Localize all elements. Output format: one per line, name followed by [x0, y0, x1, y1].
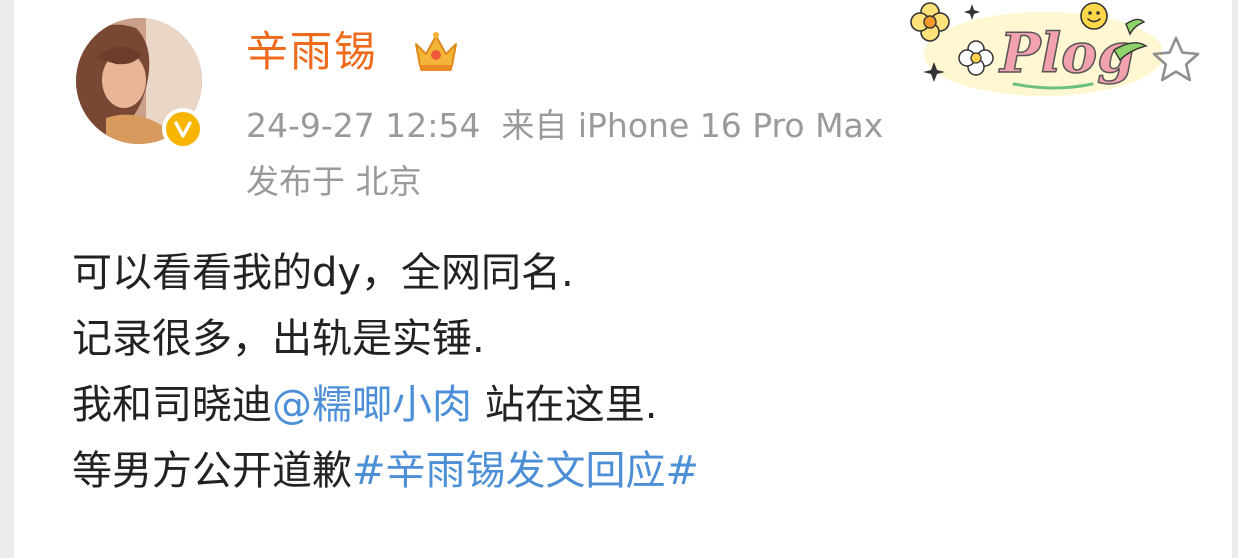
crown-icon[interactable]: [412, 30, 460, 74]
post-location: 发布于 北京: [246, 162, 422, 201]
post-line-4: 等男方公开道歉#辛雨锡发文回应#: [72, 438, 1212, 504]
star-outline-icon[interactable]: [1150, 34, 1202, 86]
hashtag-link[interactable]: #辛雨锡发文回应#: [352, 448, 699, 494]
post-line-4-text: 等男方公开道歉: [72, 448, 352, 494]
post-source: 来自 iPhone 16 Pro Max: [501, 106, 884, 145]
post-line-3-suffix: 站在这里.: [472, 382, 658, 428]
post-meta: 24-9-27 12:54 来自 iPhone 16 Pro Max: [246, 104, 883, 148]
plog-sticker-text: Plog: [998, 21, 1135, 85]
post-line-2: 记录很多，出轨是实锤.: [72, 316, 485, 362]
username[interactable]: 辛雨锡: [246, 26, 378, 78]
post-line-3: 我和司晓迪@糯唧小肉 站在这里.: [72, 372, 1212, 438]
plog-sticker-decoration: Plog: [910, 2, 1162, 96]
post-line-1: 可以看看我的dy，全网同名.: [72, 250, 574, 296]
post-content: 可以看看我的dy，全网同名. 记录很多，出轨是实锤. 我和司晓迪@糯唧小肉 站在…: [72, 240, 1212, 504]
post-line-3-text: 我和司晓迪: [72, 382, 272, 428]
verified-badge-icon: [162, 108, 204, 150]
weibo-post-card: 辛雨锡 24-9-27 12:54 来自 iPhone 16 Pro Max 发…: [14, 0, 1232, 558]
timestamp: 24-9-27 12:54: [246, 106, 481, 145]
user-mention-link[interactable]: @糯唧小肉: [272, 382, 472, 428]
